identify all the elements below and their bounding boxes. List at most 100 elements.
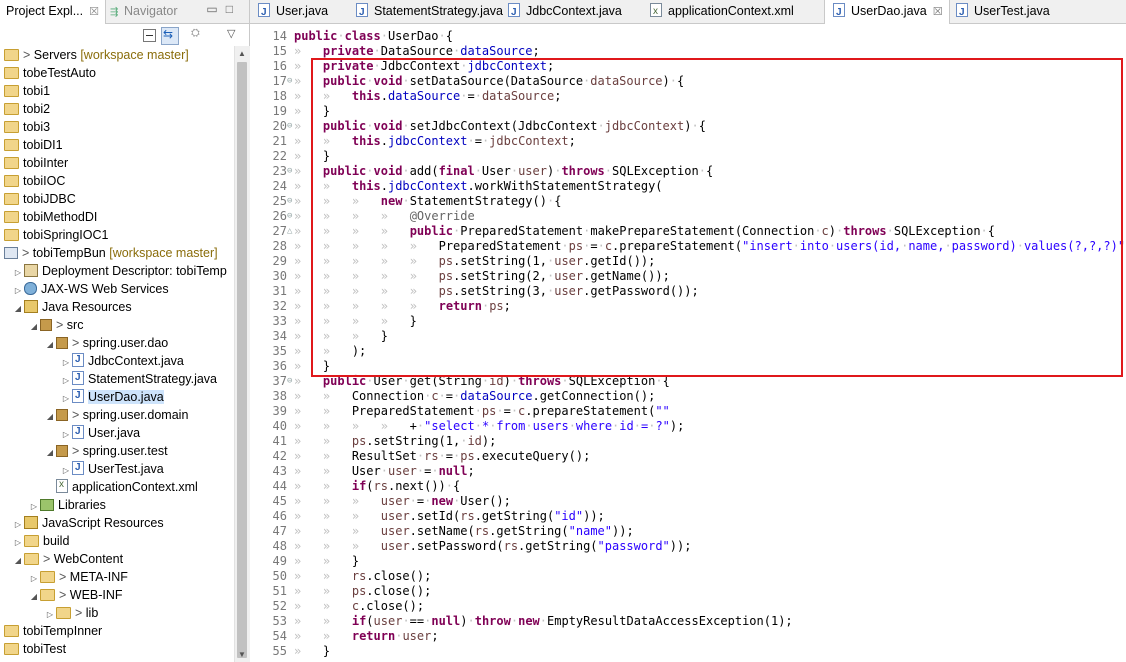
editor-tab[interactable]: StatementStrategy.java xyxy=(356,0,503,24)
code-line[interactable]: 15 » private·DataSource·dataSource; xyxy=(250,44,1126,59)
tree-scrollbar[interactable]: ▲ ▼ xyxy=(234,46,250,662)
expanded-arrow-icon[interactable]: ◢ xyxy=(28,588,40,606)
fold-toggle-icon[interactable]: ⊖ xyxy=(287,119,293,134)
line-number: 14 xyxy=(272,29,287,43)
fold-toggle-icon[interactable]: ⊖ xyxy=(287,194,293,209)
code-line[interactable]: 40 » » » » +·"select·*·from·users·where·i… xyxy=(250,419,1126,434)
view-menu-icon[interactable]: ▽ xyxy=(227,27,243,43)
tree-item[interactable]: tobiTempInner xyxy=(4,622,102,640)
tree-item[interactable]: tobiSpringIOC1 xyxy=(4,226,108,244)
servers-icon xyxy=(4,49,19,61)
filter-icon[interactable]: ⛭ xyxy=(191,27,207,43)
maximize-icon[interactable]: □ xyxy=(226,2,241,16)
tree-item[interactable]: tobiMethodDI xyxy=(4,208,97,226)
java-file-icon xyxy=(72,423,84,441)
expanded-arrow-icon[interactable]: ◢ xyxy=(12,300,24,318)
code-line[interactable]: 48 » » » user.setPassword(rs.getString("p… xyxy=(250,539,1126,554)
tree-item-label: Servers xyxy=(33,48,77,62)
tab-navigator-label: Navigator xyxy=(124,4,178,18)
tree-item[interactable]: ▷StatementStrategy.java xyxy=(60,369,217,388)
code-line[interactable]: 44 » » if(rs.next())·{ xyxy=(250,479,1126,494)
tree-item[interactable]: ▷UserDao.java xyxy=(60,387,164,406)
tree-item[interactable]: ▷ JavaScript Resources xyxy=(12,514,164,532)
expanded-arrow-icon[interactable]: ◢ xyxy=(44,444,56,462)
tab-navigator[interactable]: ⇶ Navigator xyxy=(110,0,178,23)
tree-item[interactable]: ▷User.java xyxy=(60,423,140,442)
scroll-up-icon[interactable]: ▲ xyxy=(238,49,246,58)
project-explorer-panel: Project Expl... ☒ ⇶ Navigator ▭□ ⛭ ▽ > Ser… xyxy=(0,0,250,662)
tree-item[interactable]: tobiDI1 xyxy=(4,136,63,154)
editor-tab[interactable]: User.java xyxy=(258,0,328,24)
code-line[interactable]: 14 public·class·UserDao·{ xyxy=(250,29,1126,44)
tree-item[interactable]: ▷UserTest.java xyxy=(60,459,164,478)
fold-toggle-icon[interactable]: ⊖ xyxy=(287,374,293,389)
folder-icon xyxy=(4,625,19,637)
tree-item[interactable]: ▷ build xyxy=(12,532,70,550)
link-with-editor-icon[interactable] xyxy=(161,27,179,45)
tree-item[interactable]: tobi3 xyxy=(4,118,50,136)
expanded-arrow-icon[interactable]: ◢ xyxy=(28,318,40,336)
scrollbar-thumb[interactable] xyxy=(237,62,247,658)
tree-item[interactable]: tobi2 xyxy=(4,100,50,118)
code-line[interactable]: 46 » » » user.setId(rs.getString("id")); xyxy=(250,509,1126,524)
tree-item[interactable]: applicationContext.xml xyxy=(44,476,198,496)
code-line[interactable]: 41 » » ps.setString(1,·id); xyxy=(250,434,1126,449)
tree-item[interactable]: > Servers [workspace master] xyxy=(4,46,189,64)
editor-tab[interactable]: UserTest.java xyxy=(956,0,1050,24)
code-line[interactable]: 49 » » } xyxy=(250,554,1126,569)
tree-item[interactable]: ▷ JAX-WS Web Services xyxy=(12,280,169,298)
tree-item-label: build xyxy=(43,534,70,548)
collapse-all-icon[interactable] xyxy=(143,29,156,42)
scroll-down-icon[interactable]: ▼ xyxy=(238,650,246,659)
tree-item[interactable]: ◢ > spring.user.dao xyxy=(44,334,168,352)
code-line[interactable]: 47 » » » user.setName(rs.getString("name"… xyxy=(250,524,1126,539)
line-number: 55 xyxy=(272,644,287,658)
code-line[interactable]: 54 » » return·user; xyxy=(250,629,1126,644)
code-line[interactable]: 52 » » c.close(); xyxy=(250,599,1126,614)
tree-item[interactable]: ▷ > lib xyxy=(44,604,98,622)
code-text: » » User·user·=·null; xyxy=(294,464,475,478)
tree-item[interactable]: tobiIOC xyxy=(4,172,65,190)
tree-item[interactable]: tobiJDBC xyxy=(4,190,76,208)
expanded-arrow-icon[interactable]: ◢ xyxy=(44,408,56,426)
override-marker-icon[interactable]: △ xyxy=(287,224,293,239)
tree-item[interactable]: ▷JdbcContext.java xyxy=(60,351,184,370)
close-icon[interactable]: ☒ xyxy=(89,6,99,18)
tree-item[interactable]: tobi1 xyxy=(4,82,50,100)
tree-item[interactable]: ◢ > WebContent xyxy=(12,550,123,568)
tree-item[interactable]: tobiTest xyxy=(4,640,66,658)
code-line[interactable]: 53 » » if(user·==·null)·throw·new·EmptyRe… xyxy=(250,614,1126,629)
close-icon[interactable]: ☒ xyxy=(933,6,943,18)
fold-toggle-icon[interactable]: ⊖ xyxy=(287,74,293,89)
tree-item[interactable]: ◢ > src xyxy=(28,316,84,336)
tree-item[interactable]: ◢ > WEB-INF xyxy=(28,586,123,604)
code-line[interactable]: 43 » » User·user·=·null; xyxy=(250,464,1126,479)
expanded-arrow-icon[interactable]: ◢ xyxy=(44,336,56,354)
editor-tab[interactable]: applicationContext.xml xyxy=(650,0,794,23)
tree-item[interactable]: > tobiTempBun [workspace master] xyxy=(4,244,218,262)
tree-item[interactable]: ▷ Deployment Descriptor: tobiTemp xyxy=(12,262,227,280)
tab-project-explorer[interactable]: Project Expl... ☒ xyxy=(0,0,106,24)
editor-tab[interactable]: UserDao.java ☒ xyxy=(824,0,950,24)
code-line[interactable]: 38 » » Connection·c·=·dataSource.getConne… xyxy=(250,389,1126,404)
tree-item[interactable]: ▷ > META-INF xyxy=(28,568,128,586)
tree-item[interactable]: ◢ > spring.user.domain xyxy=(44,406,188,424)
fold-toggle-icon[interactable]: ⊖ xyxy=(287,164,293,179)
tree-item[interactable]: ▷ Libraries xyxy=(28,496,106,514)
fold-toggle-icon[interactable]: ⊖ xyxy=(287,209,293,224)
editor-tab[interactable]: JdbcContext.java xyxy=(508,0,622,24)
line-number: 17 xyxy=(272,74,287,88)
minimize-icon[interactable]: ▭ xyxy=(206,2,225,16)
code-line[interactable]: 55 » } xyxy=(250,644,1126,659)
code-line[interactable]: 45 » » » user·=·new·User(); xyxy=(250,494,1126,509)
code-line[interactable]: 39 » » PreparedStatement·ps·=·c.prepareSt… xyxy=(250,404,1126,419)
tree-item[interactable]: ◢ > spring.user.test xyxy=(44,442,168,460)
code-line[interactable]: 42 » » ResultSet·rs·=·ps.executeQuery(); xyxy=(250,449,1126,464)
code-line[interactable]: 51 » » ps.close(); xyxy=(250,584,1126,599)
line-number: 46 xyxy=(272,509,287,523)
tree-item[interactable]: ◢ Java Resources xyxy=(12,298,132,316)
expanded-arrow-icon[interactable]: ◢ xyxy=(12,552,24,570)
tree-item[interactable]: tobiInter xyxy=(4,154,68,172)
tree-item[interactable]: tobeTestAuto xyxy=(4,64,96,82)
code-line[interactable]: 50 » » rs.close(); xyxy=(250,569,1126,584)
